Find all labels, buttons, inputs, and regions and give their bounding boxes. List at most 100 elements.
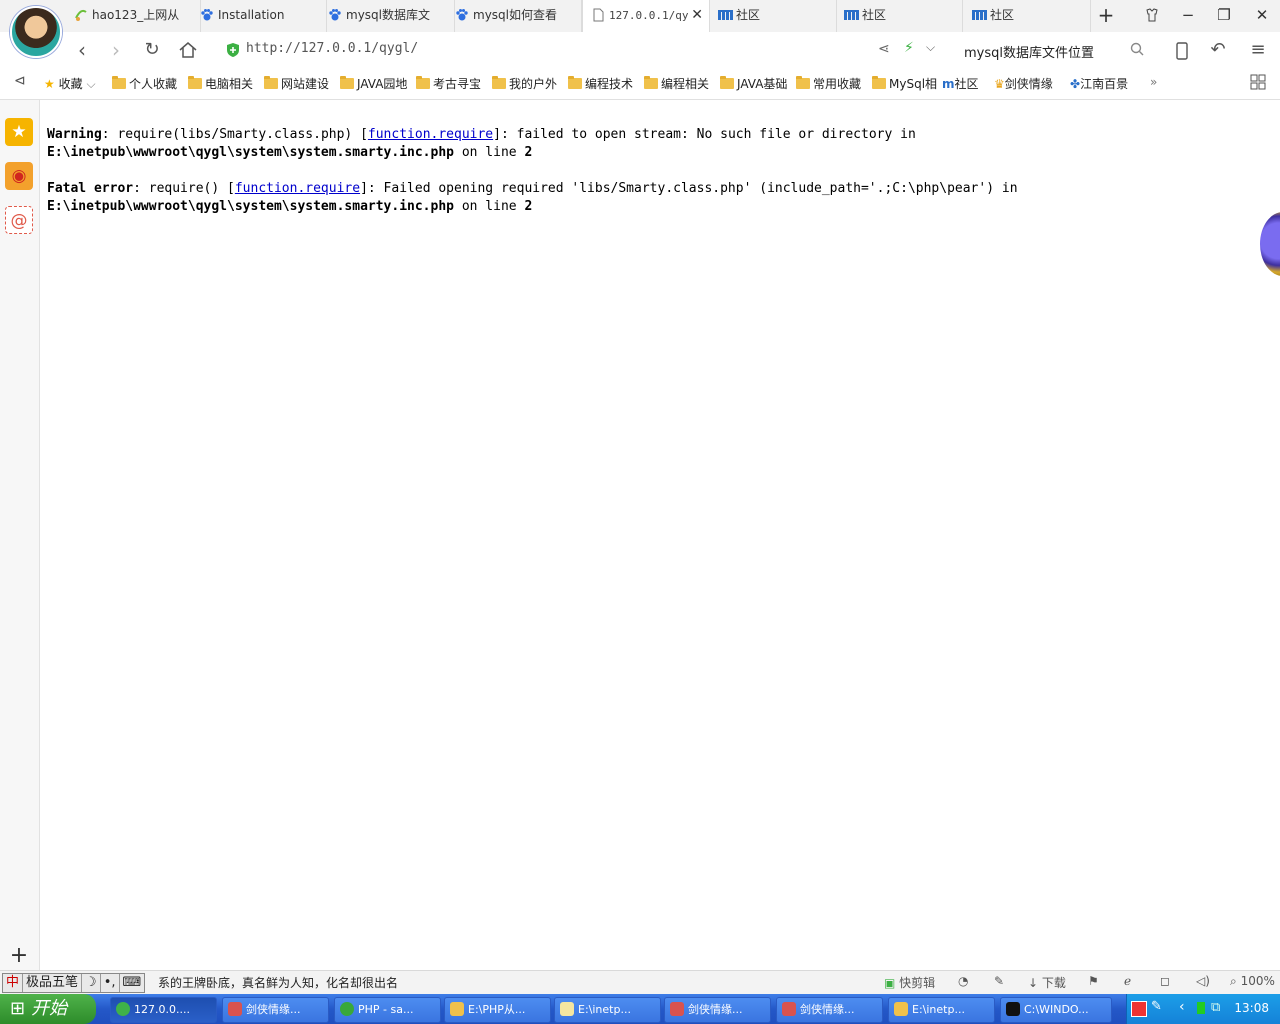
search-input[interactable]: mysql数据库文件位置 <box>964 42 1094 61</box>
close-window-icon[interactable]: ✕ <box>1244 0 1280 30</box>
bookmark-item[interactable]: JAVA园地 <box>340 75 407 92</box>
bookmark-label: 编程相关 <box>661 77 710 91</box>
bookmark-item[interactable]: 个人收藏 <box>112 75 177 92</box>
tab-label: 127.0.0.1/qy <box>609 9 689 22</box>
community-icon <box>718 3 733 20</box>
user-avatar[interactable] <box>10 6 62 58</box>
ime-punctuation-icon[interactable]: •, <box>101 974 120 992</box>
more-bookmarks-icon[interactable]: » <box>1150 75 1157 89</box>
network-icon[interactable]: ⧉ <box>1211 1000 1220 1015</box>
task-label: E:\inetp... <box>578 1003 631 1016</box>
search-box[interactable]: mysql数据库文件位置 <box>956 36 1152 64</box>
function-require-link[interactable]: function.require <box>368 127 493 142</box>
minimize-icon[interactable]: − <box>1170 0 1206 30</box>
tab-label: Installation <box>218 8 285 22</box>
volume-icon[interactable]: ◁) <box>1196 974 1210 988</box>
secure-shield-icon <box>226 42 240 62</box>
tab-mysql-files[interactable]: mysql数据库文 <box>328 0 455 32</box>
close-tab-icon[interactable]: ✕ <box>691 0 703 30</box>
bookmark-item[interactable]: 常用收藏 <box>796 75 861 92</box>
function-require-link[interactable]: function.require <box>235 181 360 196</box>
taskbar-item[interactable]: PHP - sa... <box>334 997 441 1023</box>
taskbar-item[interactable]: E:\inetp... <box>888 997 995 1023</box>
taskbar-item[interactable]: 127.0.0.... <box>110 997 217 1023</box>
add-sidebar-icon[interactable]: + <box>5 942 33 970</box>
tray-expand-icon[interactable]: ‹ <box>1179 999 1185 1015</box>
chevron-down-icon[interactable]: ⌵ <box>926 40 935 55</box>
home-icon[interactable] <box>174 36 202 64</box>
ime-toolbar[interactable]: 中极品五笔 ☽ •, ⌨ <box>2 973 146 993</box>
weibo-icon[interactable]: ◉ <box>5 162 33 190</box>
news-ticker[interactable]: 系的王牌卧底，真名鲜为人知，化名却很出名 <box>158 974 398 991</box>
ime-chinese-icon[interactable]: 中 <box>3 974 24 992</box>
favorites-menu[interactable]: ★ 收藏 ⌵ <box>44 75 96 92</box>
taskbar-item[interactable]: E:\inetp... <box>554 997 661 1023</box>
menu-icon[interactable]: ≡ <box>1244 36 1272 64</box>
quick-edit-button[interactable]: ▣ 快剪辑 <box>884 974 935 991</box>
refresh-icon[interactable]: ↻ <box>138 36 166 64</box>
flag-icon[interactable]: ⚑ <box>1088 974 1099 988</box>
tab-community-3[interactable]: 社区 <box>964 0 1091 32</box>
taskbar-item[interactable]: 剑侠情缘... <box>776 997 883 1023</box>
bookmark-item[interactable]: m社区 <box>942 75 979 92</box>
apps-grid-icon[interactable] <box>1250 74 1266 93</box>
undo-icon[interactable]: ↶ <box>1204 36 1232 64</box>
lightning-icon[interactable]: ⚡ <box>904 40 914 56</box>
pin-icon[interactable]: ✎ <box>994 974 1004 988</box>
bookmark-item[interactable]: 考古寻宝 <box>416 75 481 92</box>
fatal-error-message: Fatal error: require() [function.require… <box>47 180 1018 216</box>
bookmark-item[interactable]: ✤江南百景 <box>1070 75 1128 92</box>
bookmark-item[interactable]: 网站建设 <box>264 75 329 92</box>
window-icon[interactable]: ◻ <box>1160 974 1170 988</box>
favorites-star-icon[interactable]: ★ <box>5 118 33 146</box>
new-tab-icon[interactable]: + <box>1088 0 1124 30</box>
forward-icon[interactable]: › <box>102 36 130 64</box>
page-content: Warning: require(libs/Smarty.class.php) … <box>47 126 1018 234</box>
tab-installation[interactable]: Installation <box>200 0 327 32</box>
restore-icon[interactable]: ❐ <box>1206 0 1242 30</box>
ie-mode-icon[interactable]: ℯ <box>1124 974 1131 988</box>
bookmark-item[interactable]: 编程技术 <box>568 75 633 92</box>
bookmark-item[interactable]: 我的户外 <box>492 75 557 92</box>
mail-icon[interactable]: @ <box>5 206 33 234</box>
share-icon[interactable]: ⋖ <box>878 41 890 57</box>
tab-community-2[interactable]: 社区 <box>836 0 963 32</box>
taskbar-item[interactable]: C:\WINDO... <box>1000 997 1112 1023</box>
tray-status-icon[interactable] <box>1197 1002 1205 1014</box>
mobile-icon[interactable] <box>1168 36 1196 64</box>
taskbar-item[interactable]: 剑侠情缘... <box>222 997 329 1023</box>
download-button[interactable]: ↓ 下载 <box>1028 974 1066 991</box>
tab-community-1[interactable]: 社区 <box>710 0 837 32</box>
start-button[interactable]: ⊞ 开始 <box>0 994 96 1024</box>
collapse-sidebar-icon[interactable]: ⊲ <box>14 73 26 89</box>
taskbar-item[interactable]: 剑侠情缘... <box>664 997 771 1023</box>
url-text[interactable]: http://127.0.0.1/qygl/ <box>246 41 418 56</box>
folder-icon <box>644 76 658 89</box>
bookmark-item[interactable]: MySql相 <box>872 75 937 92</box>
back-icon[interactable]: ‹ <box>68 36 96 64</box>
tab-localhost-active[interactable]: 127.0.0.1/qy ✕ <box>582 0 710 33</box>
speed-icon[interactable]: ◔ <box>958 974 968 988</box>
tray-app-icon[interactable] <box>1131 1001 1147 1017</box>
tray-tool-icon[interactable]: ✎ <box>1151 999 1162 1014</box>
folder-icon <box>188 76 202 89</box>
bookmark-item[interactable]: ♛剑侠情缘 <box>994 75 1053 92</box>
search-icon[interactable] <box>1130 41 1144 60</box>
bookmarks-bar: ⊲ ★ 收藏 ⌵ 个人收藏 电脑相关 网站建设 JAVA园地 考古寻宝 我的户外… <box>0 68 1280 100</box>
floating-assistant-orb[interactable] <box>1260 212 1280 276</box>
bookmark-item[interactable]: 电脑相关 <box>188 75 253 92</box>
ime-name[interactable]: 极品五笔 <box>23 974 83 992</box>
status-bar: 中极品五笔 ☽ •, ⌨ 系的王牌卧底，真名鲜为人知，化名却很出名 ▣ 快剪辑 ◔ ✎… <box>0 970 1280 995</box>
bookmark-item[interactable]: JAVA基础 <box>720 75 787 92</box>
ime-halfwidth-icon[interactable]: ☽ <box>82 974 101 992</box>
taskbar-item[interactable]: E:\PHP从... <box>444 997 551 1023</box>
tab-mysql-query[interactable]: mysql如何查看 <box>455 0 582 32</box>
skin-icon[interactable] <box>1134 0 1170 30</box>
tab-hao123[interactable]: hao123_上网从 <box>74 0 201 32</box>
tab-label: 社区 <box>736 8 761 22</box>
address-bar[interactable]: http://127.0.0.1/qygl/ ⋖ ⚡ ⌵ <box>220 36 950 64</box>
zoom-control[interactable]: ⌕ 100% <box>1230 974 1275 989</box>
ime-keyboard-icon[interactable]: ⌨ <box>120 974 145 992</box>
bookmark-item[interactable]: 编程相关 <box>644 75 709 92</box>
clock[interactable]: 13:08 <box>1234 1001 1269 1015</box>
